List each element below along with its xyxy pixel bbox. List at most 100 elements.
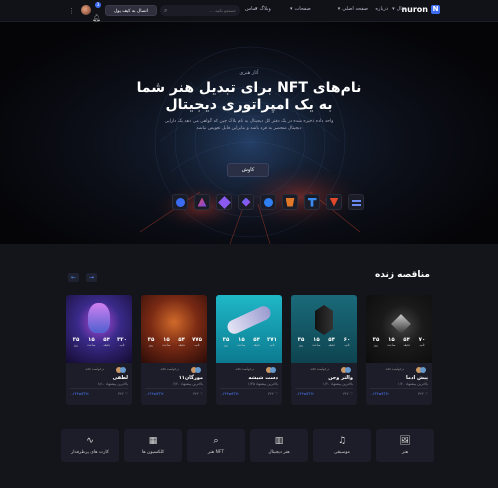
- hero-background-art: [130, 32, 370, 244]
- countdown-timer: ۳۵ روز ۱۵ ساعت ۵۴ دقیقه ۷۰ ثانیه: [372, 337, 426, 347]
- hero-description-line-2: دیجیتال منحصر به فرد باشد و بنابراین قاب…: [196, 126, 302, 131]
- live-auction-title: مناقصه زنده: [374, 270, 430, 280]
- bidder-count: +۵۸ درخواست: [85, 367, 105, 371]
- search-icon: ⌕: [213, 436, 219, 446]
- bell-icon: 🔔︎: [92, 14, 101, 22]
- divider: [145, 388, 203, 389]
- bidder-count: +۵۸ درخواست: [160, 367, 180, 371]
- nft-price: ۰.۲۴۴wETH: [145, 392, 164, 396]
- category-art[interactable]: 🖼︎ هنر: [376, 429, 434, 462]
- nav-home[interactable]: ▾ صفحه اصلی: [338, 6, 368, 12]
- hero-title-line-2: به یک امپراتوری دیجیتال: [165, 97, 333, 113]
- highest-bid: بالاترین پیشنهاد ۶/۲۰: [172, 382, 203, 386]
- heart-icon: ♡: [124, 392, 128, 396]
- coin-c-icon[interactable]: [216, 194, 232, 210]
- highest-bid: بالاترین پیشنهاد ۸/۱۰: [97, 382, 128, 386]
- coin-b-icon[interactable]: [194, 194, 210, 210]
- logo[interactable]: nuron N: [401, 5, 440, 14]
- countdown-timer: ۳۵ روز ۱۵ ساعت ۵۴ دقیقه ۲۷۱ ثانیه: [222, 337, 278, 347]
- nft-name[interactable]: دست شیشه: [248, 375, 278, 381]
- category-music[interactable]: ♫ موسیقی: [313, 429, 371, 462]
- hero-title: نام‌های NFT برای تبدیل هنر شما به یک امپ…: [80, 80, 418, 114]
- connect-wallet-button[interactable]: اتصال به کیف پول: [105, 5, 157, 16]
- divider: [70, 388, 128, 389]
- nav-blog[interactable]: ▾ وبلاگ: [255, 6, 271, 12]
- bidder-count: +۵۸ درخواست: [310, 367, 330, 371]
- nav-contact[interactable]: تماس: [245, 6, 257, 12]
- pulse-icon: ∿: [86, 436, 94, 446]
- like-count[interactable]: ۳۲۲ ♡: [418, 392, 428, 396]
- chevron-down-icon: ▾: [337, 6, 341, 12]
- coin-a-icon[interactable]: [172, 194, 188, 210]
- nav-pages[interactable]: ▾ صفحات: [290, 6, 311, 12]
- chevron-down-icon: ▾: [290, 6, 293, 12]
- nft-name[interactable]: لطفی: [113, 375, 128, 381]
- category-nft-art[interactable]: ⌕ هنر NFT: [187, 429, 245, 462]
- heart-icon: ♡: [349, 392, 353, 396]
- nav-examples[interactable]: ▾ مثال: [392, 6, 406, 12]
- nft-name[interactable]: والتر وجن: [328, 375, 353, 381]
- hero-description-line-1: واحد داده ذخیره شده در یک دفتر کل دیجیتا…: [164, 119, 334, 124]
- nav-about[interactable]: درباره: [375, 6, 388, 12]
- divider: [295, 388, 353, 389]
- auction-card[interactable]: ۳۵ روز ۱۵ ساعت ۵۴ دقیقه ۷۰ ثانیه +۵۸ درخواست…: [366, 295, 432, 405]
- logo-mark-icon: N: [431, 5, 440, 14]
- auction-card[interactable]: ۳۵ روز ۱۵ ساعت ۵۴ دقیقه ۲۷۱ ثانیه +۵۸ درخواس…: [216, 295, 282, 405]
- auction-card[interactable]: ۳۵ روز ۱۵ ساعت ۵۴ دقیقه ۷۷۵ ثانیه +۵۸ درخواس…: [141, 295, 207, 405]
- grid-icon: ▦: [148, 436, 158, 446]
- notification-badge: 3: [95, 2, 101, 8]
- search-input[interactable]: [176, 5, 236, 16]
- countdown-timer: ۳۵ روز ۱۵ ساعت ۵۴ دقیقه ۷۷۵ ثانیه: [147, 337, 203, 347]
- coin-d-icon[interactable]: [238, 194, 254, 210]
- auction-card[interactable]: ۳۵ روز ۱۵ ساعت ۵۴ دقیقه ۳۲۰ ثانیه +۵۸ درخواس…: [66, 295, 132, 405]
- hero-title-line-1: نام‌های NFT برای تبدیل هنر شما: [136, 80, 362, 96]
- slider-prev-button[interactable]: ←: [68, 273, 79, 282]
- highest-bid: بالاترین پیشنهاد ۱/۳۵: [247, 382, 278, 386]
- heart-icon: ♡: [424, 392, 428, 396]
- slider-next-button[interactable]: →: [86, 273, 97, 282]
- nft-price: ۰.۲۴۴wETH: [295, 392, 314, 396]
- like-count[interactable]: ۳۲۲ ♡: [118, 392, 128, 396]
- bidder-count: +۵۸ درخواست: [385, 367, 405, 371]
- heart-icon: ♡: [274, 392, 278, 396]
- nft-price: ۰.۲۴۴wETH: [370, 392, 389, 396]
- map-icon: ▥: [274, 436, 284, 446]
- music-icon: ♫: [337, 436, 347, 446]
- highest-bid: بالاترین پیشنهاد ۱/۲۰: [322, 382, 353, 386]
- auction-card[interactable]: ۳۵ روز ۱۵ ساعت ۵۴ دقیقه ۶۰ ثانیه +۵۸ درخواست…: [291, 295, 357, 405]
- nft-price: ۰.۲۴۴wETH: [220, 392, 239, 396]
- user-avatar[interactable]: [81, 5, 91, 15]
- nft-price: ۰.۲۴۴wETH: [70, 392, 89, 396]
- search-icon: ⌕: [164, 7, 168, 14]
- category-digital-art[interactable]: ▥ هنر دیجیتال: [250, 429, 308, 462]
- highest-bid: بالاترین پیشنهاد ۱/۲۰: [397, 382, 428, 386]
- explore-button[interactable]: کاوش: [227, 163, 269, 177]
- arrow-right-icon: →: [88, 274, 95, 281]
- category-collections[interactable]: ▦ کلکسیون ها: [124, 429, 182, 462]
- category-popular-cards[interactable]: ∿ کارت های پرطرفدار: [61, 429, 119, 462]
- heart-icon: ♡: [199, 392, 203, 396]
- like-count[interactable]: ۳۲۲ ♡: [268, 392, 278, 396]
- menu-grid-icon[interactable]: ⋮: [68, 7, 75, 15]
- chevron-down-icon: ▾: [392, 6, 395, 12]
- coin-g-icon[interactable]: [304, 194, 320, 210]
- divider: [220, 388, 278, 389]
- nft-name[interactable]: مورگان۱۱: [179, 375, 203, 381]
- coin-h-icon[interactable]: [326, 194, 342, 210]
- countdown-timer: ۳۵ روز ۱۵ ساعت ۵۴ دقیقه ۳۲۰ ثانیه: [72, 337, 128, 347]
- nft-name[interactable]: پیش ادما: [406, 375, 428, 381]
- hero-subtitle: آثار هنری: [239, 70, 259, 76]
- coin-e-icon[interactable]: [260, 194, 276, 210]
- coin-f-icon[interactable]: [282, 194, 298, 210]
- divider: [370, 388, 428, 389]
- search-box[interactable]: ⌕: [160, 5, 240, 16]
- countdown-timer: ۳۵ روز ۱۵ ساعت ۵۴ دقیقه ۶۰ ثانیه: [297, 337, 351, 347]
- like-count[interactable]: ۳۲۲ ♡: [343, 392, 353, 396]
- coin-i-icon[interactable]: [348, 194, 364, 210]
- hero-banner: آثار هنری نام‌های NFT برای تبدیل هنر شما…: [0, 22, 498, 244]
- like-count[interactable]: ۳۲۲ ♡: [193, 392, 203, 396]
- notification-button[interactable]: 🔔︎ 3: [92, 2, 101, 22]
- hero-description: واحد داده ذخیره شده در یک دفتر کل دیجیتا…: [150, 118, 348, 132]
- bidder-count: +۵۸ درخواست: [235, 367, 255, 371]
- image-icon: 🖼︎: [399, 436, 411, 446]
